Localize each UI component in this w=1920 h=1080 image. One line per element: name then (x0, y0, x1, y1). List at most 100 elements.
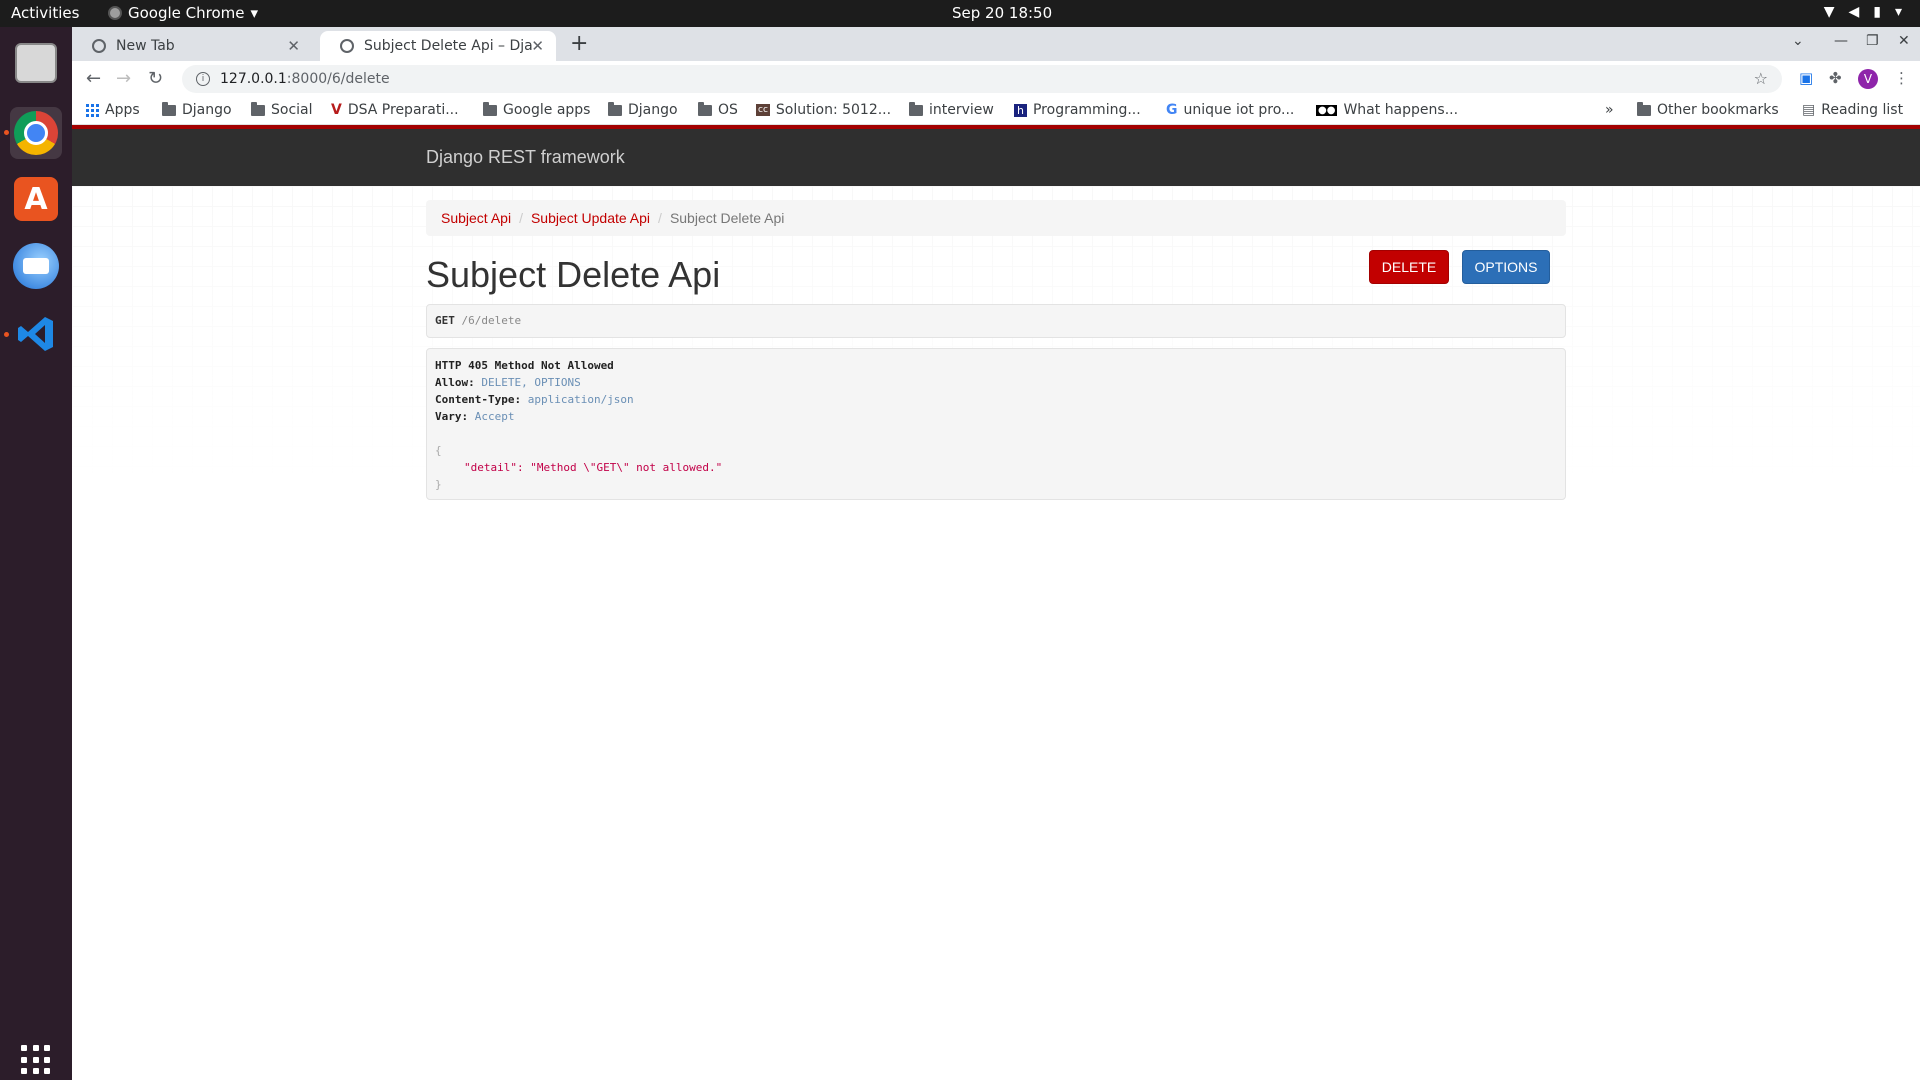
bookmark-django[interactable]: Django (162, 101, 232, 118)
dock-files[interactable] (10, 37, 62, 89)
vscode-icon (14, 312, 58, 356)
clock[interactable]: Sep 20 18:50 (952, 4, 1052, 22)
back-icon[interactable]: ← (86, 68, 101, 89)
folder-icon (608, 101, 622, 116)
folder-icon (483, 101, 497, 116)
tray-menu-icon: ▾ (1894, 4, 1902, 20)
response-header-content-type: Content-Type: application/json (435, 391, 1557, 408)
response-header-allow: Allow: DELETE, OPTIONS (435, 374, 1557, 391)
minimize-icon[interactable]: — (1834, 33, 1848, 49)
bookmark-social[interactable]: Social (251, 101, 313, 118)
dock-vscode[interactable] (10, 308, 62, 360)
tab-subject-delete-api[interactable]: Subject Delete Api – Djan ✕ (320, 31, 556, 61)
folder-icon (909, 101, 923, 116)
delete-button[interactable]: DELETE (1369, 250, 1449, 284)
tab-title: New Tab (116, 38, 175, 54)
bookmark-label: Google apps (503, 102, 591, 118)
dock-chrome[interactable] (10, 107, 62, 159)
files-icon (15, 43, 57, 83)
breadcrumb-subject-update-api[interactable]: Subject Update Api (531, 210, 650, 226)
bookmark-os[interactable]: OS (698, 101, 738, 118)
new-tab-button[interactable]: + (570, 31, 588, 56)
tab-strip: New Tab ✕ Subject Delete Api – Djan ✕ + … (72, 27, 1920, 61)
bookmark-solution[interactable]: cc Solution: 5012... (756, 102, 891, 118)
bookmark-what-happens[interactable]: ●● What happens... (1316, 102, 1458, 118)
running-indicator (4, 332, 9, 337)
bookmark-django-2[interactable]: Django (608, 101, 678, 118)
bookmark-label: interview (929, 102, 994, 118)
header-key: Allow: (435, 376, 475, 389)
show-apps-icon[interactable] (21, 1045, 51, 1075)
running-indicator (4, 130, 9, 135)
app-menu-label: Google Chrome (128, 4, 245, 22)
tab-search-icon[interactable]: ⌄ (1792, 33, 1804, 49)
header-key: Content-Type: (435, 393, 522, 406)
dock-thunderbird[interactable] (10, 240, 62, 292)
system-tray[interactable]: ▼ ◀ ▮ ▾ (1824, 4, 1902, 20)
breadcrumb: Subject Api / Subject Update Api / Subje… (426, 200, 1566, 236)
dock-software[interactable]: A (10, 173, 62, 225)
forward-icon[interactable]: → (116, 68, 131, 89)
options-button[interactable]: OPTIONS (1462, 250, 1550, 284)
header-value: DELETE, OPTIONS (481, 376, 581, 389)
bookmark-medium-icon: ●● (1316, 104, 1338, 116)
drf-navbar: Django REST framework (72, 129, 1920, 186)
address-bar[interactable]: i 127.0.0.1:8000/6/delete ☆ (182, 65, 1782, 93)
app-menu[interactable]: Google Chrome ▾ (108, 4, 258, 22)
activities-button[interactable]: Activities (11, 4, 79, 22)
more-bookmarks-chevron-icon[interactable]: » (1605, 102, 1614, 118)
restore-icon[interactable]: ❐ (1866, 33, 1879, 49)
page-title: Subject Delete Api (426, 254, 721, 295)
close-tab-icon[interactable]: ✕ (287, 37, 300, 55)
chrome-menu-icon[interactable]: ⋮ (1894, 69, 1909, 87)
bookmark-apps[interactable]: Apps (86, 102, 140, 118)
breadcrumb-separator: / (519, 210, 523, 226)
tab-title: Subject Delete Api – Djan (364, 38, 534, 54)
reload-icon[interactable]: ↻ (148, 68, 163, 89)
bookmark-v-icon: V (331, 102, 342, 118)
request-path: /6/delete (461, 314, 522, 327)
content-container: Subject Api / Subject Update Api / Subje… (426, 200, 1566, 500)
bookmark-programming[interactable]: h Programming... (1014, 102, 1141, 118)
bookmark-unique-iot[interactable]: G unique iot pro... (1166, 102, 1294, 118)
breadcrumb-separator: / (658, 210, 662, 226)
bookmark-dsa[interactable]: V DSA Preparati... (331, 102, 459, 118)
bookmark-star-icon[interactable]: ☆ (1754, 69, 1768, 88)
close-window-icon[interactable]: ✕ (1898, 33, 1910, 49)
json-open-brace: { (435, 444, 442, 457)
drf-brand-link[interactable]: Django REST framework (426, 147, 625, 168)
reading-list-button[interactable]: ▤ Reading list (1802, 102, 1903, 118)
request-method: GET (435, 314, 455, 327)
bookmark-h-icon: h (1014, 103, 1027, 117)
site-info-icon[interactable]: i (196, 72, 210, 86)
bookmark-label: unique iot pro... (1183, 102, 1295, 118)
software-store-icon: A (14, 177, 58, 221)
url-path: :8000/6/delete (286, 71, 390, 87)
bookmark-label: Other bookmarks (1657, 102, 1779, 118)
folder-icon (1637, 101, 1651, 116)
volume-icon: ◀ (1848, 4, 1860, 20)
bookmarks-bar: Apps Django Social V DSA Preparati... Go… (72, 97, 1920, 125)
response-header-vary: Vary: Accept (435, 408, 1557, 425)
profile-avatar[interactable]: V (1858, 69, 1878, 89)
breadcrumb-subject-api[interactable]: Subject Api (441, 210, 511, 226)
google-icon: G (1166, 102, 1178, 118)
battery-icon: ▮ (1873, 4, 1881, 20)
folder-icon (162, 101, 176, 116)
json-detail-line: "detail": "Method \"GET\" not allowed." (464, 461, 723, 474)
close-tab-icon[interactable]: ✕ (531, 37, 544, 55)
thunderbird-icon (13, 243, 59, 289)
screen-capture-extension-icon[interactable]: ▣ (1799, 69, 1813, 87)
bookmark-interview[interactable]: interview (909, 101, 994, 118)
tab-favicon-icon (92, 39, 106, 53)
bookmark-label: Social (271, 102, 313, 118)
url-host: 127.0.0.1 (220, 71, 287, 87)
title-row: Subject Delete Api DELETE OPTIONS (426, 248, 1566, 304)
bookmark-google-apps[interactable]: Google apps (483, 101, 591, 118)
tab-new-tab[interactable]: New Tab ✕ (72, 31, 312, 61)
bookmark-other[interactable]: Other bookmarks (1637, 101, 1779, 118)
extensions-icon[interactable]: ✤ (1829, 69, 1842, 87)
reading-list-label: Reading list (1821, 102, 1904, 118)
page-viewport: Django REST framework Subject Api / Subj… (72, 125, 1920, 1080)
request-info: GET /6/delete (426, 304, 1566, 338)
